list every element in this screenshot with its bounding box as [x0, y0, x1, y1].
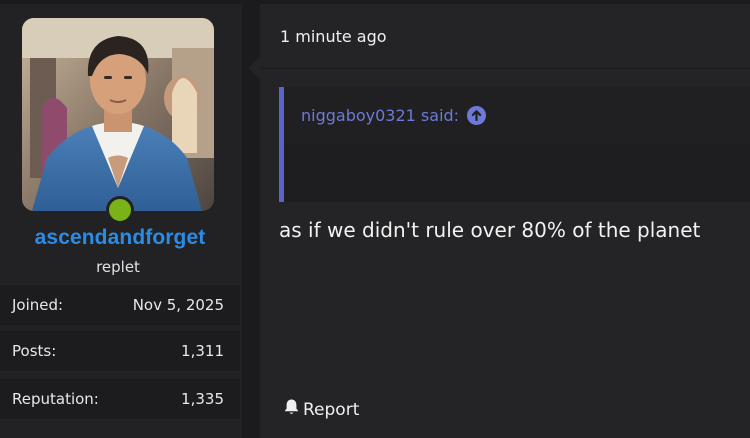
- report-button[interactable]: Report: [283, 398, 359, 421]
- stat-value: 1,311: [181, 342, 224, 360]
- stat-label: Joined:: [12, 296, 64, 314]
- quote-author-link[interactable]: niggaboy0321 said:: [301, 106, 487, 125]
- stat-value: 1,335: [181, 390, 224, 408]
- stat-value: Nov 5, 2025: [132, 296, 224, 314]
- forum-post: ascendandforget replet Joined: Nov 5, 20…: [0, 0, 750, 438]
- report-label: Report: [303, 399, 360, 420]
- stat-row-joined: Joined: Nov 5, 2025: [0, 285, 240, 325]
- quote-block: niggaboy0321 said:: [279, 87, 750, 202]
- message-text: as if we didn't rule over 80% of the pla…: [279, 218, 701, 242]
- username[interactable]: ascendandforget: [0, 226, 240, 250]
- quote-content: [284, 145, 750, 202]
- online-status-indicator: [106, 196, 134, 224]
- stat-label: Reputation:: [12, 390, 99, 408]
- stat-row-posts: Posts: 1,311: [0, 331, 240, 371]
- arrow-up-circle-icon[interactable]: [467, 106, 487, 125]
- avatar-image: [22, 18, 214, 211]
- avatar[interactable]: [22, 18, 214, 211]
- stat-label: Posts:: [12, 342, 57, 360]
- user-title: replet: [96, 258, 140, 276]
- quote-author-label: niggaboy0321 said:: [301, 106, 460, 125]
- bell-icon: [283, 398, 300, 421]
- stat-row-reputation: Reputation: 1,335: [0, 379, 240, 419]
- post-timestamp[interactable]: 1 minute ago: [280, 27, 387, 46]
- message-pointer-arrow: [248, 57, 260, 79]
